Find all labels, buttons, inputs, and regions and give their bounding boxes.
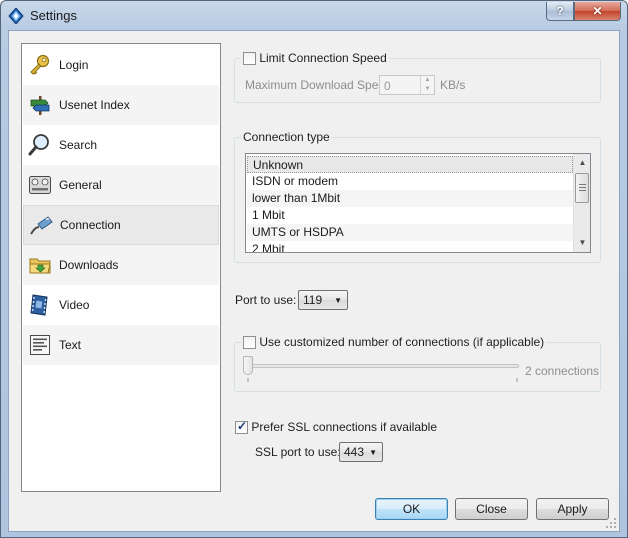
port-select[interactable]: 119 ▼ — [298, 290, 348, 310]
limit-speed-label: Limit Connection Speed — [259, 51, 387, 65]
window-title: Settings — [30, 8, 77, 23]
limit-speed-row[interactable]: Limit Connection Speed — [241, 51, 389, 66]
connections-slider-track[interactable] — [245, 364, 519, 368]
close-button-label: Close — [476, 502, 507, 516]
spin-arrows-icon[interactable]: ▲ ▼ — [420, 76, 434, 94]
apply-button[interactable]: Apply — [536, 498, 609, 520]
list-item[interactable]: 1 Mbit — [247, 207, 573, 224]
port-value: 119 — [303, 293, 323, 307]
sidebar-item-label: Usenet Index — [59, 98, 130, 112]
custom-connections-checkbox[interactable] — [243, 336, 256, 350]
sidebar-item-video[interactable]: Video — [23, 285, 219, 325]
ok-button-label: OK — [402, 502, 421, 516]
list-item[interactable]: Unknown — [247, 156, 573, 173]
film-icon — [27, 292, 53, 318]
list-scrollbar[interactable]: ▲ ▼ — [573, 154, 590, 252]
resize-grip-icon[interactable] — [605, 517, 617, 529]
custom-connections-row[interactable]: Use customized number of connections (if… — [241, 335, 547, 350]
scroll-thumb[interactable] — [575, 173, 589, 203]
magnifier-icon — [27, 132, 53, 158]
ssl-port-label: SSL port to use: — [255, 445, 341, 459]
sidebar-item-usenet-index[interactable]: Usenet Index — [23, 85, 219, 125]
title-bar[interactable]: Settings ? ✕ — [1, 1, 627, 31]
max-download-speed-label: Maximum Download Speed — [245, 78, 392, 92]
help-button[interactable]: ? — [546, 2, 574, 21]
sidebar-item-label: Connection — [60, 218, 121, 232]
sidebar-item-label: Text — [59, 338, 82, 352]
app-diamond-icon — [8, 7, 24, 25]
sidebar-item-label: Login — [59, 58, 89, 72]
settings-sidebar: Login Usenet Index Search General Connec… — [21, 43, 221, 492]
sidebar-item-search[interactable]: Search — [23, 125, 219, 165]
custom-connections-label: Use customized number of connections (if… — [259, 335, 545, 349]
text-document-icon — [27, 332, 53, 358]
chevron-down-icon: ▼ — [369, 448, 377, 457]
slider-ticks — [247, 378, 518, 382]
ssl-port-value: 443 — [344, 445, 365, 459]
close-button[interactable]: Close — [455, 498, 528, 520]
list-item[interactable]: 2 Mbit — [247, 241, 573, 252]
ssl-port-select[interactable]: 443 ▼ — [339, 442, 383, 462]
sidebar-item-downloads[interactable]: Downloads — [23, 245, 219, 285]
settings-window: Settings ? ✕ Login Usenet Index Search G… — [0, 0, 628, 538]
max-download-speed-value: 0 — [384, 79, 391, 93]
sidebar-item-text[interactable]: Text — [23, 325, 219, 365]
help-icon: ? — [556, 4, 564, 18]
sidebar-item-label: General — [59, 178, 102, 192]
connection-type-list[interactable]: Unknown ISDN or modem lower than 1Mbit 1… — [245, 153, 591, 253]
control-panel-icon — [27, 172, 53, 198]
sidebar-item-general[interactable]: General — [23, 165, 219, 205]
folder-icon — [27, 252, 53, 278]
apply-button-label: Apply — [557, 502, 588, 516]
scroll-down-icon[interactable]: ▼ — [574, 234, 590, 251]
list-item[interactable]: UMTS or HSDPA — [247, 224, 573, 241]
port-label: Port to use: — [235, 293, 297, 307]
list-item[interactable]: ISDN or modem — [247, 173, 573, 190]
scroll-up-icon[interactable]: ▲ — [574, 154, 590, 171]
prefer-ssl-row[interactable]: Prefer SSL connections if available — [235, 419, 438, 435]
sidebar-item-label: Downloads — [59, 258, 119, 272]
sidebar-item-label: Search — [59, 138, 98, 152]
connection-type-title: Connection type — [241, 130, 332, 144]
signpost-icon — [27, 92, 53, 118]
sidebar-item-login[interactable]: Login — [23, 45, 219, 85]
connections-slider-thumb[interactable] — [243, 356, 253, 375]
close-icon: ✕ — [592, 4, 603, 18]
window-close-button[interactable]: ✕ — [574, 2, 621, 21]
speed-unit-label: KB/s — [440, 78, 466, 92]
dialog-body: Login Usenet Index Search General Connec… — [8, 30, 620, 532]
max-download-speed-input[interactable]: 0 ▲ ▼ — [379, 75, 435, 95]
limit-speed-checkbox[interactable] — [243, 52, 256, 66]
ok-button[interactable]: OK — [375, 498, 448, 520]
sidebar-item-connection[interactable]: Connection — [23, 205, 219, 245]
list-item[interactable]: lower than 1Mbit — [247, 190, 573, 207]
connections-count-label: 2 connections — [525, 364, 600, 378]
network-cable-icon — [28, 212, 54, 238]
chevron-down-icon: ▼ — [334, 296, 342, 305]
prefer-ssl-label: Prefer SSL connections if available — [251, 420, 438, 434]
prefer-ssl-checkbox[interactable] — [235, 419, 248, 435]
key-icon — [27, 52, 53, 78]
sidebar-item-label: Video — [59, 298, 90, 312]
